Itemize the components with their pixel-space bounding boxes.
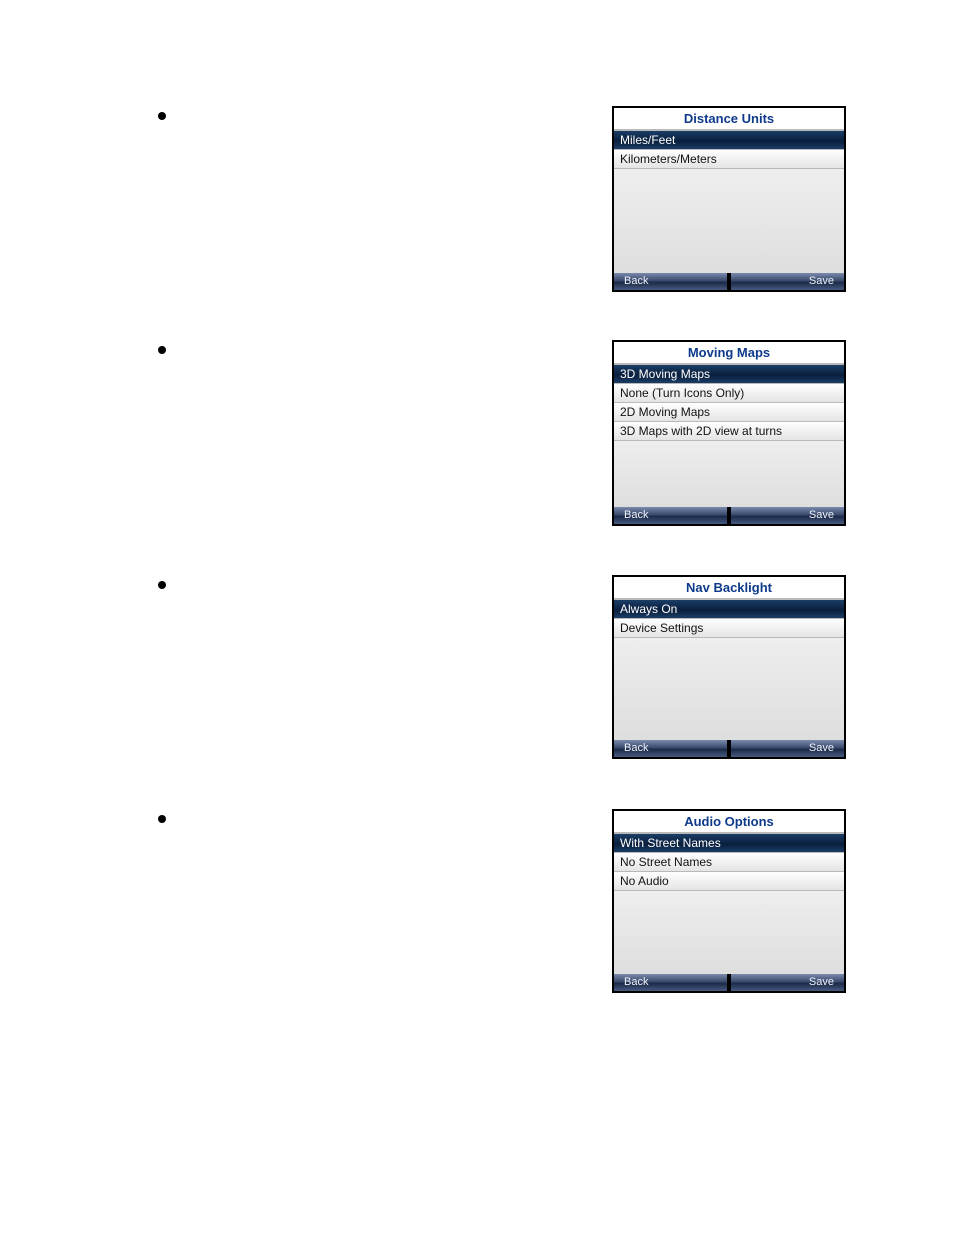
option-no-street-names[interactable]: No Street Names <box>614 853 844 872</box>
option-kilometers-meters[interactable]: Kilometers/Meters <box>614 150 844 169</box>
options-list: Always On Device Settings <box>614 600 844 638</box>
option-none-turn-icons[interactable]: None (Turn Icons Only) <box>614 384 844 403</box>
panel-title: Audio Options <box>614 811 844 834</box>
panel-footer: Back Save <box>614 740 844 757</box>
panel-footer: Back Save <box>614 974 844 991</box>
panel-title: Moving Maps <box>614 342 844 365</box>
panel-moving-maps: Moving Maps 3D Moving Maps None (Turn Ic… <box>612 340 846 526</box>
options-list: With Street Names No Street Names No Aud… <box>614 834 844 891</box>
option-with-street-names[interactable]: With Street Names <box>614 834 844 853</box>
panel-distance-units: Distance Units Miles/Feet Kilometers/Met… <box>612 106 846 292</box>
panel-footer: Back Save <box>614 507 844 524</box>
panel-footer: Back Save <box>614 273 844 290</box>
bullet-icon <box>158 581 166 589</box>
option-3d-moving-maps[interactable]: 3D Moving Maps <box>614 365 844 384</box>
options-list: Miles/Feet Kilometers/Meters <box>614 131 844 169</box>
option-miles-feet[interactable]: Miles/Feet <box>614 131 844 150</box>
option-always-on[interactable]: Always On <box>614 600 844 619</box>
panel-fill <box>614 891 844 974</box>
back-button[interactable]: Back <box>614 507 727 524</box>
save-button[interactable]: Save <box>731 740 844 757</box>
options-list: 3D Moving Maps None (Turn Icons Only) 2D… <box>614 365 844 441</box>
row-audio-options: Audio Options With Street Names No Stree… <box>158 809 846 993</box>
panel-title: Distance Units <box>614 108 844 131</box>
panel-fill <box>614 441 844 507</box>
save-button[interactable]: Save <box>731 507 844 524</box>
save-button[interactable]: Save <box>731 974 844 991</box>
back-button[interactable]: Back <box>614 273 727 290</box>
save-button[interactable]: Save <box>731 273 844 290</box>
panel-title: Nav Backlight <box>614 577 844 600</box>
bullet-icon <box>158 346 166 354</box>
row-nav-backlight: Nav Backlight Always On Device Settings … <box>158 575 846 759</box>
option-device-settings[interactable]: Device Settings <box>614 619 844 638</box>
bullet-icon <box>158 112 166 120</box>
row-distance-units: Distance Units Miles/Feet Kilometers/Met… <box>158 106 846 292</box>
panel-fill <box>614 638 844 740</box>
panel-audio-options: Audio Options With Street Names No Stree… <box>612 809 846 993</box>
option-2d-moving-maps[interactable]: 2D Moving Maps <box>614 403 844 422</box>
option-3d-with-2d-at-turns[interactable]: 3D Maps with 2D view at turns <box>614 422 844 441</box>
panel-fill <box>614 169 844 273</box>
bullet-icon <box>158 815 166 823</box>
row-moving-maps: Moving Maps 3D Moving Maps None (Turn Ic… <box>158 340 846 526</box>
back-button[interactable]: Back <box>614 974 727 991</box>
panel-nav-backlight: Nav Backlight Always On Device Settings … <box>612 575 846 759</box>
back-button[interactable]: Back <box>614 740 727 757</box>
option-no-audio[interactable]: No Audio <box>614 872 844 891</box>
